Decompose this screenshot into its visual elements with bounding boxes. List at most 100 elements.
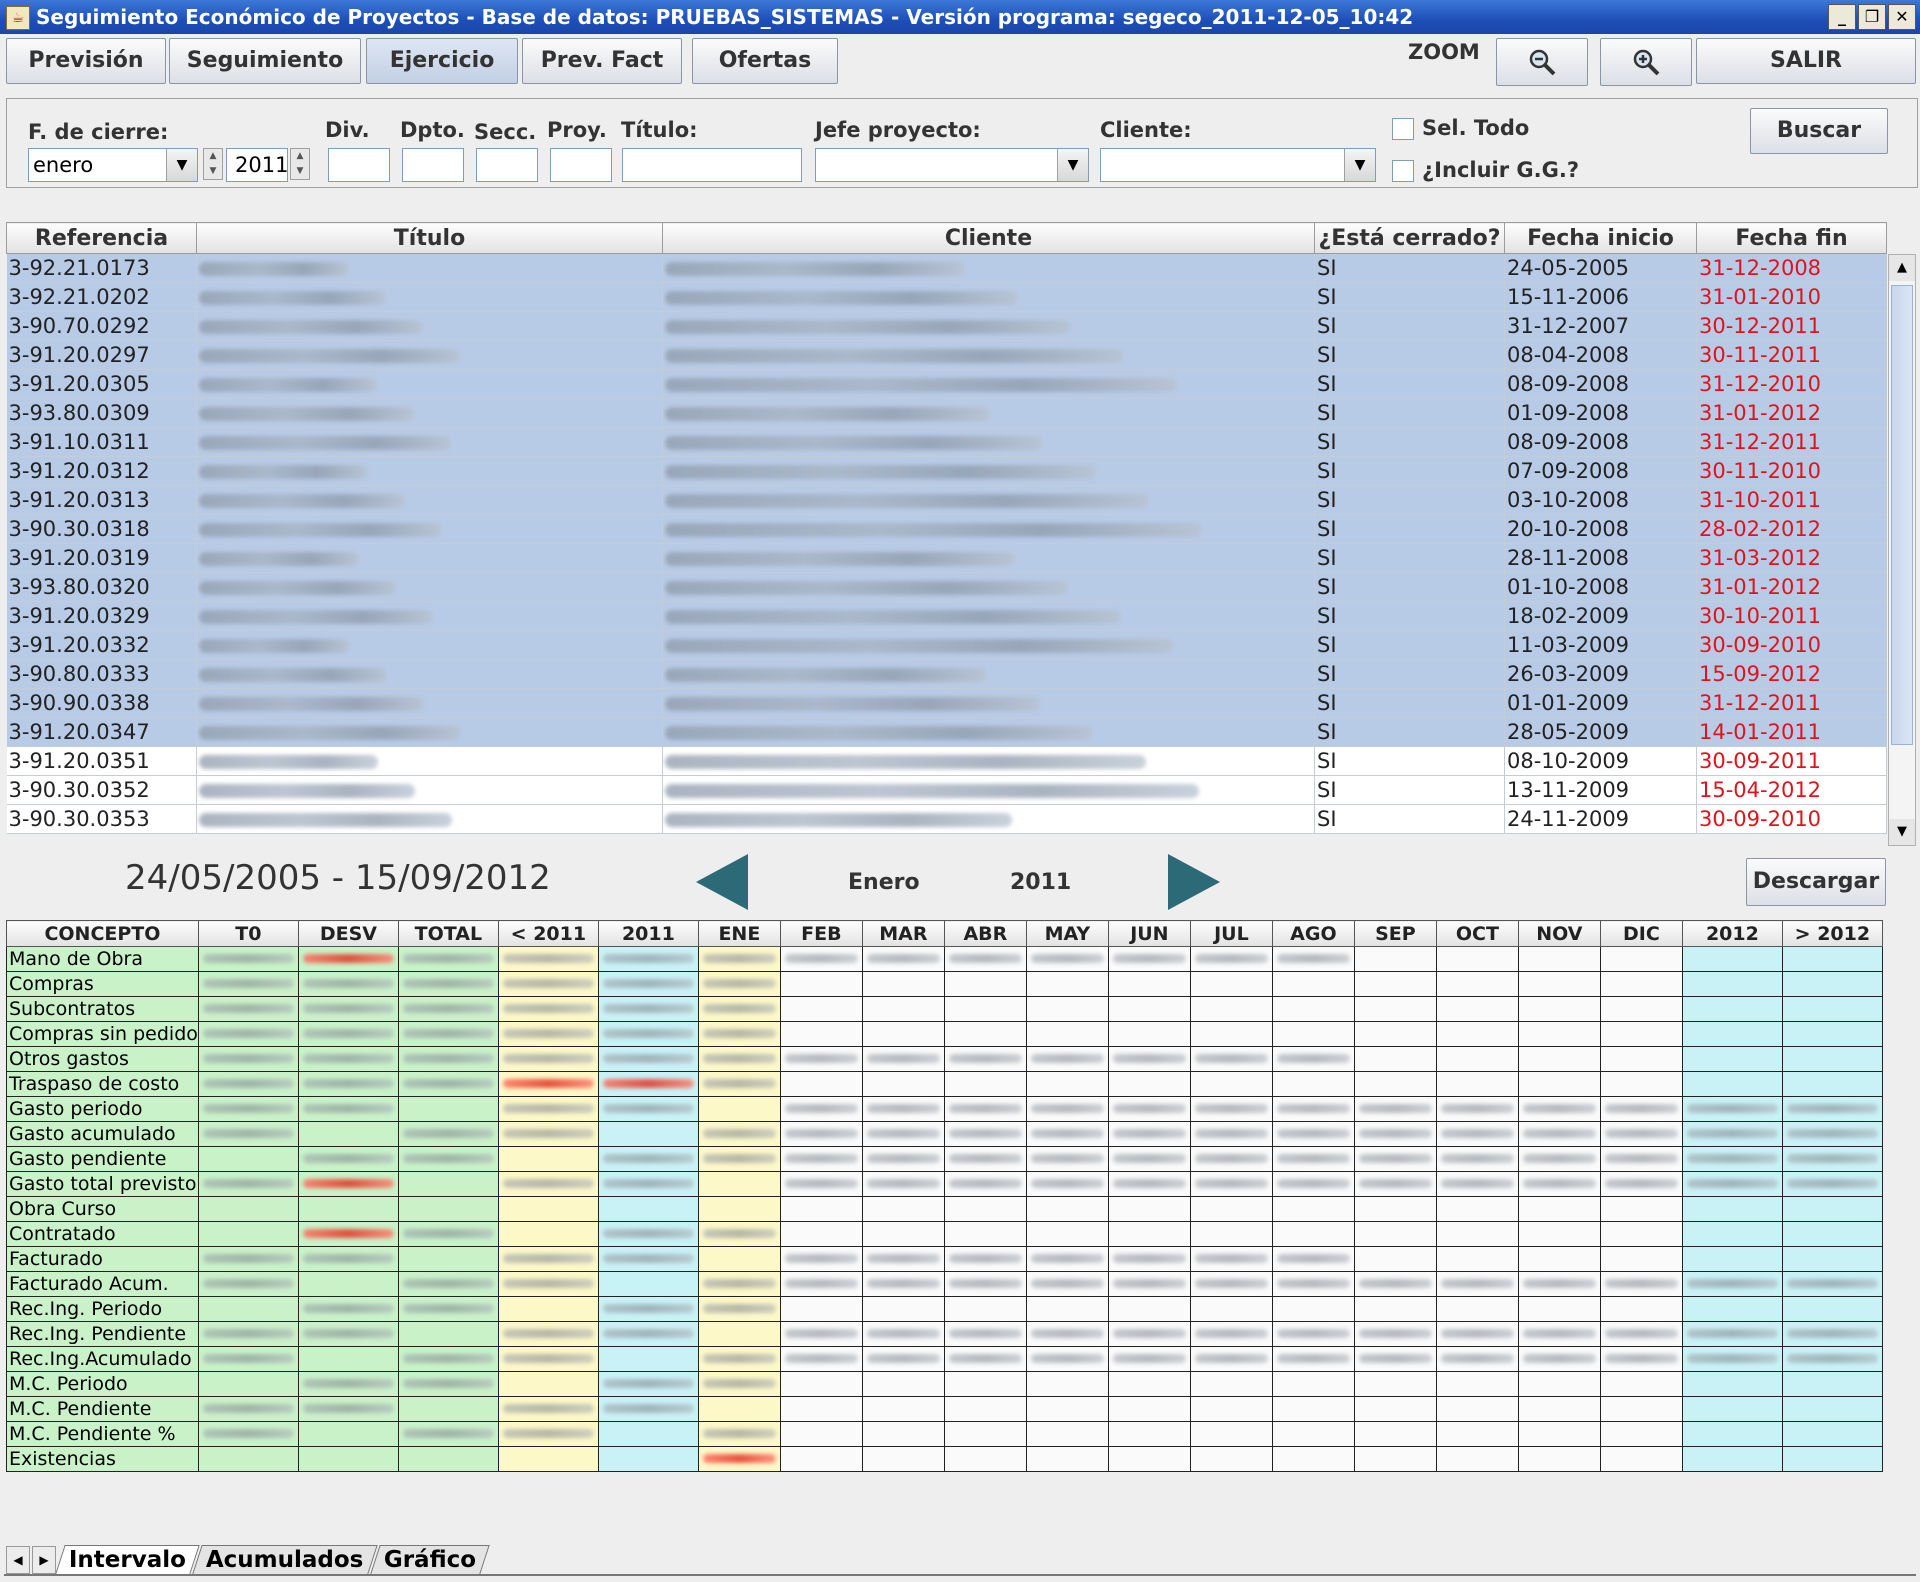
concept-row[interactable]: Gasto pendiente: [6, 1146, 1883, 1172]
table-row[interactable]: 3-90.30.0353 SI 24-11-2009 30-09-2010: [6, 804, 1887, 834]
col-referencia[interactable]: Referencia: [6, 222, 197, 254]
concept-row[interactable]: Gasto acumulado: [6, 1121, 1883, 1147]
concept-col-header[interactable]: DIC: [1599, 920, 1683, 947]
concept-row[interactable]: M.C. Pendiente %: [6, 1421, 1883, 1447]
table-row[interactable]: 3-91.20.0319 SI 28-11-2008 31-03-2012: [6, 543, 1887, 573]
concept-row[interactable]: Obra Curso: [6, 1196, 1883, 1222]
minimize-icon[interactable]: _: [1828, 4, 1856, 30]
concept-col-header[interactable]: AGO: [1271, 920, 1355, 947]
concept-row[interactable]: Existencias: [6, 1446, 1883, 1472]
concept-row[interactable]: Subcontratos: [6, 996, 1883, 1022]
scrollbar-thumb[interactable]: [1891, 285, 1913, 745]
table-row[interactable]: 3-90.80.0333 SI 26-03-2009 15-09-2012: [6, 659, 1887, 689]
concept-col-header[interactable]: > 2012: [1781, 920, 1883, 947]
col-fecha-fin[interactable]: Fecha fin: [1696, 222, 1887, 254]
zoom-out-button[interactable]: [1496, 38, 1588, 86]
table-row[interactable]: 3-91.20.0347 SI 28-05-2009 14-01-2011: [6, 717, 1887, 747]
concept-col-header[interactable]: TOTAL: [397, 920, 499, 947]
concept-col-header[interactable]: < 2011: [497, 920, 599, 947]
col-titulo[interactable]: Título: [196, 222, 663, 254]
concept-row[interactable]: Gasto total previsto: [6, 1171, 1883, 1197]
tab-scroll-left-icon[interactable]: ◀: [6, 1546, 30, 1574]
concept-row[interactable]: Rec.Ing. Periodo: [6, 1296, 1883, 1322]
buscar-button[interactable]: Buscar: [1750, 108, 1888, 154]
concept-row[interactable]: Gasto periodo: [6, 1096, 1883, 1122]
concept-col-header[interactable]: FEB: [779, 920, 863, 947]
concept-col-header[interactable]: ABR: [943, 920, 1027, 947]
secc-field[interactable]: [476, 148, 538, 182]
tab-intervalo[interactable]: Intervalo: [55, 1545, 200, 1574]
concept-row[interactable]: Facturado Acum.: [6, 1271, 1883, 1297]
concept-col-header[interactable]: DESV: [297, 920, 399, 947]
next-month-icon[interactable]: [1168, 854, 1220, 910]
concept-row[interactable]: Rec.Ing. Pendiente: [6, 1321, 1883, 1347]
concept-col-header[interactable]: MAY: [1025, 920, 1109, 947]
col-fecha-inicio[interactable]: Fecha inicio: [1504, 222, 1697, 254]
year-spinner-right-icon[interactable]: ▲ ▼: [290, 148, 310, 180]
div-field[interactable]: [328, 148, 390, 182]
prev-month-icon[interactable]: [696, 854, 748, 910]
col-cerrado[interactable]: ¿Está cerrado?: [1314, 222, 1505, 254]
table-row[interactable]: 3-91.20.0313 SI 03-10-2008 31-10-2011: [6, 485, 1887, 515]
concept-col-header[interactable]: ENE: [697, 920, 781, 947]
table-row[interactable]: 3-90.30.0352 SI 13-11-2009 15-04-2012: [6, 775, 1887, 805]
table-row[interactable]: 3-91.10.0311 SI 08-09-2008 31-12-2011: [6, 427, 1887, 457]
cliente-select[interactable]: ▼: [1100, 148, 1376, 182]
concept-row[interactable]: M.C. Pendiente: [6, 1396, 1883, 1422]
table-row[interactable]: 3-90.30.0318 SI 20-10-2008 28-02-2012: [6, 514, 1887, 544]
table-row[interactable]: 3-90.70.0292 SI 31-12-2007 30-12-2011: [6, 311, 1887, 341]
table-row[interactable]: 3-92.21.0173 SI 24-05-2005 31-12-2008: [6, 253, 1887, 283]
concept-row[interactable]: Traspaso de costo: [6, 1071, 1883, 1097]
exit-button[interactable]: SALIR: [1696, 38, 1916, 84]
col-cliente[interactable]: Cliente: [662, 222, 1315, 254]
zoom-in-button[interactable]: [1600, 38, 1692, 86]
table-row[interactable]: 3-90.90.0338 SI 01-01-2009 31-12-2011: [6, 688, 1887, 718]
concept-col-header[interactable]: T0: [197, 920, 299, 947]
concept-row[interactable]: Contratado: [6, 1221, 1883, 1247]
jefe-select[interactable]: ▼: [815, 148, 1089, 182]
concept-col-header[interactable]: 2011: [597, 920, 699, 947]
concept-col-header[interactable]: NOV: [1517, 920, 1601, 947]
year-field[interactable]: 2011: [226, 148, 288, 182]
projects-scrollbar[interactable]: ▲ ▼: [1888, 254, 1916, 846]
tab-seguimiento[interactable]: Seguimiento: [169, 38, 361, 84]
table-row[interactable]: 3-93.80.0320 SI 01-10-2008 31-01-2012: [6, 572, 1887, 602]
concept-row[interactable]: Otros gastos: [6, 1046, 1883, 1072]
concept-col-header[interactable]: MAR: [861, 920, 945, 947]
table-row[interactable]: 3-91.20.0297 SI 08-04-2008 30-11-2011: [6, 340, 1887, 370]
tab-grafico[interactable]: Gráfico: [369, 1545, 490, 1574]
scroll-up-icon[interactable]: ▲: [1889, 255, 1915, 281]
incluir-gg-checkbox[interactable]: [1392, 160, 1414, 182]
tab-prevision[interactable]: Previsión: [6, 38, 166, 84]
close-icon[interactable]: ✕: [1888, 4, 1916, 30]
table-row[interactable]: 3-93.80.0309 SI 01-09-2008 31-01-2012: [6, 398, 1887, 428]
tab-ofertas[interactable]: Ofertas: [692, 38, 838, 84]
concept-row[interactable]: Compras sin pedido: [6, 1021, 1883, 1047]
descargar-button[interactable]: Descargar: [1746, 858, 1886, 906]
titulo-field[interactable]: [622, 148, 802, 182]
sel-todo-checkbox[interactable]: [1392, 118, 1414, 140]
concept-col-header[interactable]: CONCEPTO: [6, 920, 199, 947]
scroll-down-icon[interactable]: ▼: [1889, 819, 1915, 845]
table-row[interactable]: 3-92.21.0202 SI 15-11-2006 31-01-2010: [6, 282, 1887, 312]
tab-acumulados[interactable]: Acumulados: [192, 1545, 378, 1574]
concept-row[interactable]: Facturado: [6, 1246, 1883, 1272]
concept-row[interactable]: Rec.Ing.Acumulado: [6, 1346, 1883, 1372]
restore-icon[interactable]: ❐: [1858, 4, 1886, 30]
concept-col-header[interactable]: OCT: [1435, 920, 1519, 947]
concept-col-header[interactable]: JUL: [1189, 920, 1273, 947]
tab-ejercicio[interactable]: Ejercicio: [366, 38, 518, 84]
table-row[interactable]: 3-91.20.0312 SI 07-09-2008 30-11-2010: [6, 456, 1887, 486]
tab-prev-fact[interactable]: Prev. Fact: [522, 38, 682, 84]
table-row[interactable]: 3-91.20.0351 SI 08-10-2009 30-09-2011: [6, 746, 1887, 776]
proy-field[interactable]: [550, 148, 612, 182]
concept-row[interactable]: M.C. Periodo: [6, 1371, 1883, 1397]
concept-col-header[interactable]: SEP: [1353, 920, 1437, 947]
table-row[interactable]: 3-91.20.0332 SI 11-03-2009 30-09-2010: [6, 630, 1887, 660]
year-spinner-icon[interactable]: ▲ ▼: [203, 148, 223, 180]
concept-row[interactable]: Compras: [6, 971, 1883, 997]
table-row[interactable]: 3-91.20.0329 SI 18-02-2009 30-10-2011: [6, 601, 1887, 631]
table-row[interactable]: 3-91.20.0305 SI 08-09-2008 31-12-2010: [6, 369, 1887, 399]
tab-scroll-right-icon[interactable]: ▶: [32, 1546, 56, 1574]
concept-col-header[interactable]: JUN: [1107, 920, 1191, 947]
